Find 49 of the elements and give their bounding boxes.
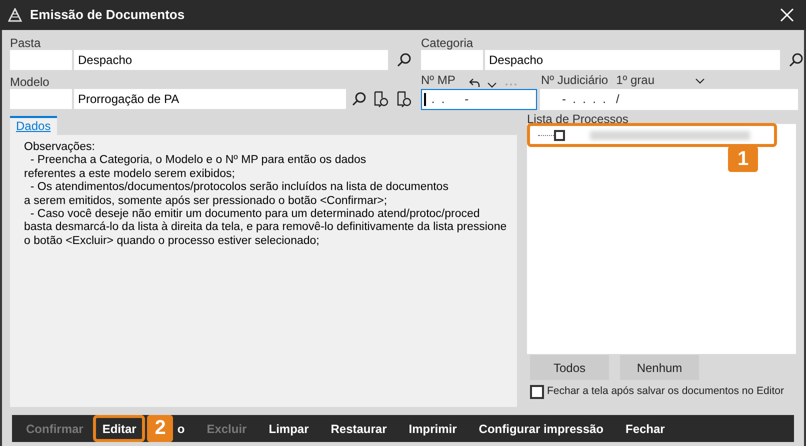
- note-line: - Caso você deseje não emitir um documento para um determinado atend/protoc/proced: [29, 208, 481, 222]
- grau-label: 1º grau: [616, 72, 654, 89]
- toolbar-button[interactable]: o: [171, 420, 191, 438]
- search-icon[interactable]: [396, 52, 412, 68]
- field-label: Pasta: [10, 35, 42, 50]
- toolbar-button[interactable]: Configurar impressão: [472, 420, 610, 438]
- chevron-down-icon[interactable]: [487, 81, 497, 89]
- judiciario-field[interactable]: - . . . . /: [540, 89, 798, 110]
- list-label: Lista de Processos: [527, 111, 630, 124]
- note-line: - Os atendimentos/documentos/protocolos serão incluídos na lista de documentos: [29, 181, 450, 195]
- text-cursor: [424, 93, 426, 106]
- chevron-down-icon[interactable]: [694, 77, 704, 85]
- note-line: referentes a este modelo serem exibidos;: [24, 168, 236, 182]
- list-button[interactable]: Nenhum: [620, 355, 699, 380]
- search-icon[interactable]: [351, 91, 368, 107]
- field-label: Nº MP: [421, 72, 456, 89]
- pasta-field[interactable]: Despacho: [74, 50, 388, 70]
- modelo-field[interactable]: Prorrogação de PA: [74, 89, 346, 109]
- window-title: Emissão de Documentos: [30, 6, 185, 24]
- field-label: Modelo: [10, 74, 50, 89]
- callout-badge: 2: [147, 415, 174, 442]
- note-line: a serem emitidos, somente após ser pressionado o botão <Confirmar>;: [24, 194, 388, 208]
- mp-field[interactable]: . . -: [421, 89, 537, 110]
- app-logo-icon: [8, 8, 22, 22]
- toolbar-button[interactable]: Editar: [93, 415, 146, 442]
- page-search-icon[interactable]: [395, 90, 413, 108]
- checkbox-label[interactable]: Fechar a tela após salvar os documentos no Editor: [547, 384, 784, 400]
- document-search-icon[interactable]: [372, 90, 390, 108]
- toolbar-button[interactable]: Restaurar: [324, 420, 393, 438]
- toolbar-button[interactable]: Fechar: [620, 420, 671, 438]
- code-field[interactable]: [10, 89, 72, 109]
- search-icon[interactable]: [788, 52, 804, 68]
- undo-icon[interactable]: [469, 77, 481, 89]
- field-label: Nº Judiciário: [541, 72, 608, 89]
- checkbox[interactable]: [530, 384, 544, 399]
- categoria-field[interactable]: Despacho: [485, 50, 780, 70]
- note-line: - Preencha a Categoria, o Modelo e o Nº MP para então os dados: [29, 154, 368, 168]
- note-line: o botão <Excluir> quando o processo estiver selecionado;: [24, 234, 320, 248]
- toolbar-button[interactable]: Imprimir: [402, 420, 463, 438]
- callout-badge: 1: [728, 146, 758, 172]
- list-button[interactable]: Todos: [530, 355, 609, 380]
- code-field[interactable]: [421, 50, 483, 70]
- tab[interactable]: Dados: [10, 116, 57, 135]
- toolbar-button[interactable]: Limpar: [262, 420, 315, 438]
- note-line: Observações:: [24, 141, 96, 154]
- checkbox[interactable]: [554, 130, 565, 140]
- field-label: Categoria: [421, 35, 474, 50]
- code-field[interactable]: [10, 50, 72, 70]
- close-icon[interactable]: [780, 8, 794, 22]
